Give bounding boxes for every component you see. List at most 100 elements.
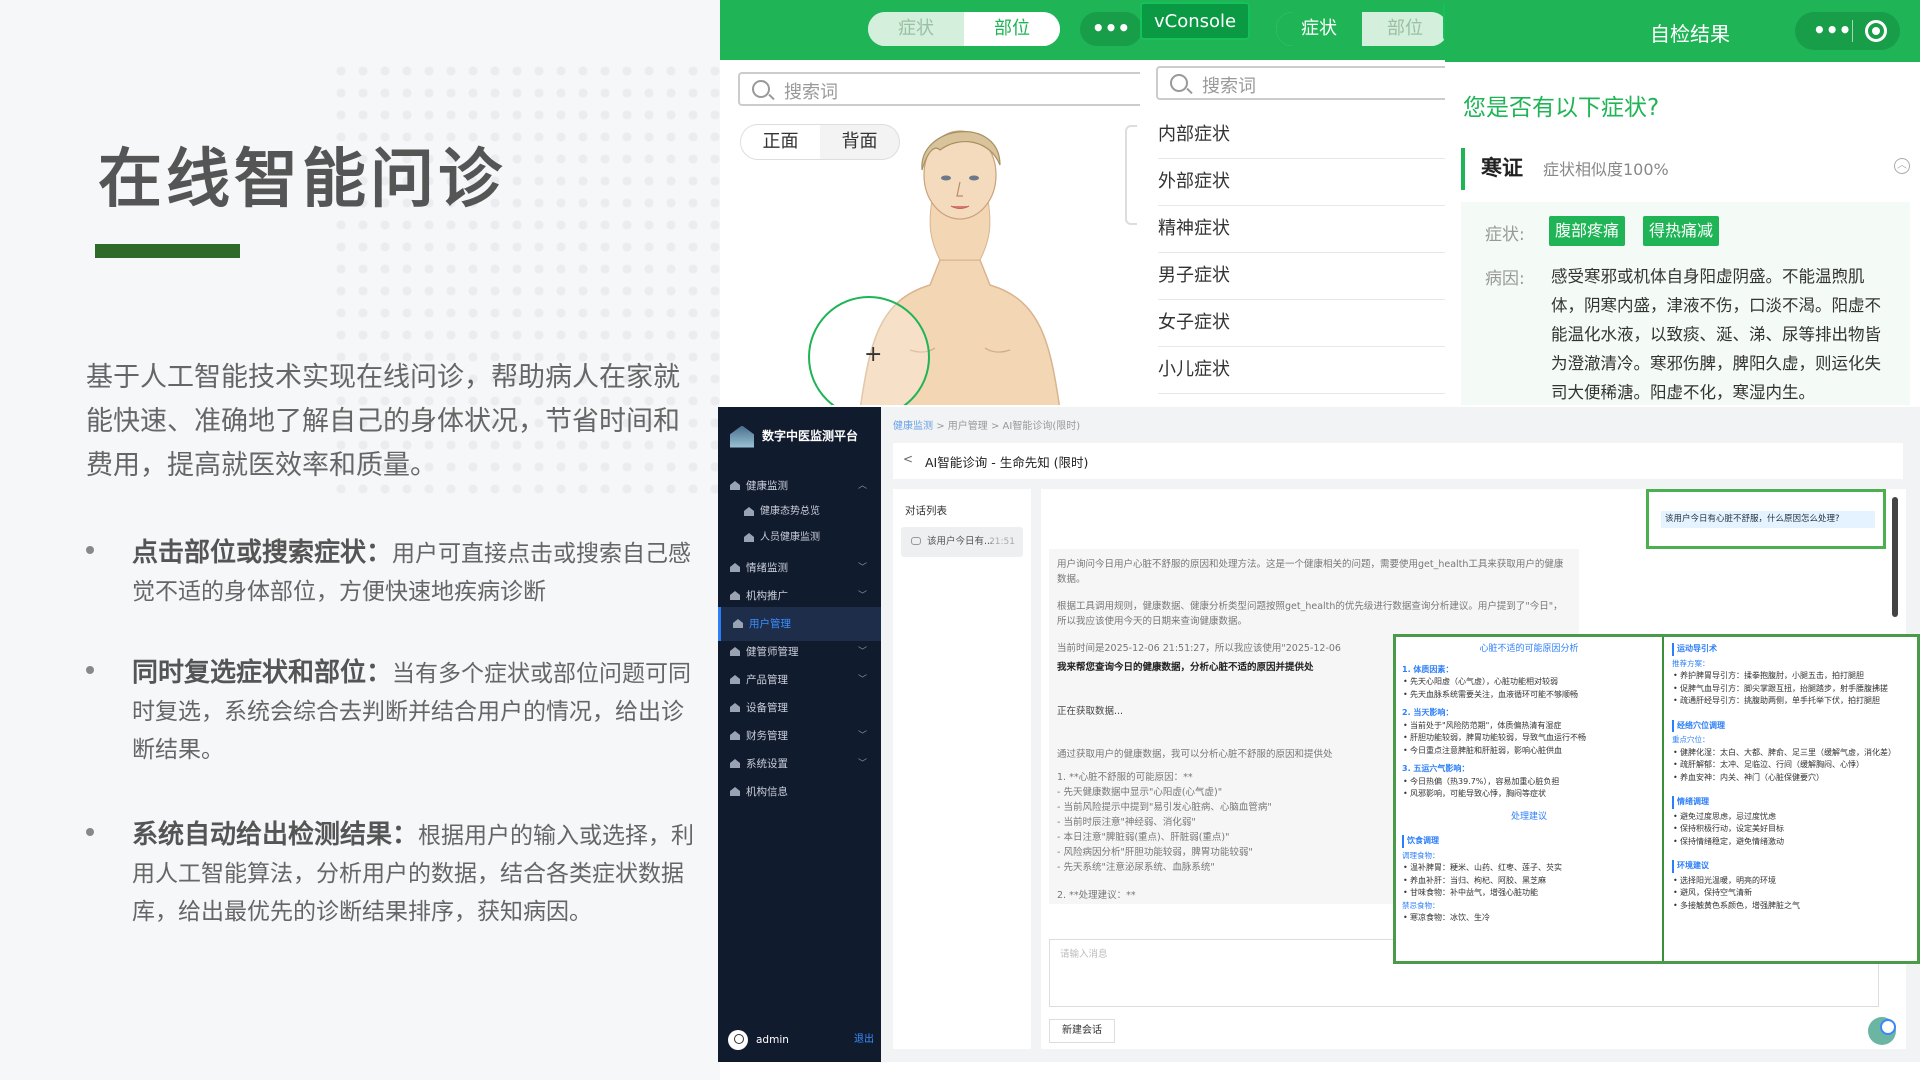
- treatment-item: 健脾化湿：太白、大都、脾俞、足三里（缓解气虚，消化差）: [1672, 747, 1911, 760]
- search-input[interactable]: 搜索词: [738, 72, 1140, 106]
- back-button[interactable]: <: [903, 452, 913, 466]
- bullet-heading: 点击部位或搜索症状：: [132, 538, 393, 568]
- page-title: 自检结果: [1650, 22, 1730, 46]
- bullet-heading: 同时复选症状和部位：: [132, 658, 393, 688]
- sidebar-item[interactable]: 人员健康监测: [718, 521, 881, 555]
- tab-symptom[interactable]: 症状: [868, 12, 964, 46]
- cause-section-heading: 3. 五运六气影响：: [1402, 764, 1470, 773]
- chat-scrollbar[interactable]: [1892, 497, 1898, 617]
- feature-bullet-3: 系统自动给出检测结果：根据用户的输入或选择，利用人工智能算法，分析用户的数据，结…: [86, 816, 696, 931]
- breadcrumb: 健康监测 > 用户管理 > AI智能诊询(限时): [893, 417, 1080, 432]
- slide-title: 在线智能问诊: [98, 143, 506, 217]
- close-target-icon[interactable]: [1865, 20, 1887, 42]
- sidebar-item[interactable]: 机构信息: [718, 775, 881, 809]
- loading-status: 正在获取数据...: [1049, 699, 1132, 721]
- capsule-divider: [1852, 20, 1853, 42]
- diet-item: 寒凉食物：冰饮、生冷: [1402, 912, 1656, 925]
- treatment-item: 多接触黄色系颜色，增强脾脏之气: [1672, 900, 1911, 913]
- breadcrumb-item: AI智能诊询(限时): [1002, 421, 1081, 432]
- page-title: AI智能诊询 - 生命先知 (限时): [925, 455, 1089, 470]
- feature-bullet-2: 同时复选症状和部位：当有多个症状或部位问题可同时复选，系统会综合去判断并结合用户…: [86, 654, 696, 769]
- tab-part[interactable]: 部位: [1362, 12, 1445, 46]
- platform-name: 数字中医监测平台: [762, 429, 859, 443]
- treatment-item: 疏通肝经导引方：挑腹助两侧，单手托举下伏，拍打腿胆: [1672, 695, 1911, 708]
- treatment-section-heading: 情绪调理: [1672, 796, 1911, 809]
- treatment-item: 选择阳光温暖，明亮的环境: [1672, 875, 1911, 888]
- title-underline-bar: [95, 244, 240, 258]
- reasoning-paragraph: 根据工具调用规则，健康数据、健康分析类型问题按照get_health的优先级进行…: [1057, 601, 1563, 627]
- search-placeholder: 搜索词: [784, 82, 838, 103]
- category-item[interactable]: 精神症状: [1158, 206, 1445, 253]
- conversation-item[interactable]: 该用户今日有... 21:51: [901, 527, 1023, 557]
- cause-item: 今日重点注意脾脏和肝脏弱，影响心脏供血: [1402, 745, 1656, 758]
- tab-front[interactable]: 正面: [741, 125, 820, 159]
- treatment-item: 保持积极行动，设定美好目标: [1672, 823, 1911, 836]
- syndrome-result-row[interactable]: 寒证 症状相似度100% ︿: [1461, 148, 1920, 190]
- symptom-tag: 得热痛减: [1643, 216, 1720, 246]
- symptom-part-segmented: 症状 部位: [1276, 12, 1445, 46]
- category-item[interactable]: 女子症状: [1158, 300, 1445, 347]
- home-icon: [730, 647, 740, 656]
- page-header: < AI智能诊询 - 生命先知 (限时): [893, 443, 1903, 479]
- phone-screen-self-check-result: 自检结果 ••• 您是否有以下症状? 寒证 症状相似度100% ︿ 症状: 腹部…: [1445, 0, 1920, 405]
- diet-heading: 饮食调理: [1402, 835, 1656, 848]
- diet-item: 甘味食物：补中益气，增强心脏功能: [1402, 887, 1656, 900]
- home-icon: [730, 787, 740, 796]
- bullet-dot: [86, 666, 94, 674]
- logout-link[interactable]: 退出: [854, 1028, 874, 1052]
- sidebar-item-label: 人员健康监测: [760, 532, 820, 543]
- cause-item: 今日热偏（热39.7%），容易加重心脏负担: [1402, 776, 1656, 789]
- symptom-tag: 腹部疼痛: [1549, 216, 1626, 246]
- conversation-time: 21:51: [989, 537, 1015, 547]
- assistant-float-icon[interactable]: [1868, 1017, 1896, 1045]
- sidebar-item-label: 机构推广: [746, 590, 788, 602]
- category-item[interactable]: 小儿症状: [1158, 347, 1445, 394]
- breadcrumb-item[interactable]: 用户管理: [948, 421, 988, 432]
- sidebar-item-label: 设备管理: [746, 702, 788, 714]
- symptom-category-list: 内部症状 外部症状 精神症状 男子症状 女子症状 小儿症状: [1158, 112, 1445, 394]
- new-conversation-button[interactable]: 新建会话: [1049, 1019, 1115, 1043]
- sidebar-item-label: 健康态势总览: [760, 506, 820, 517]
- breadcrumb-separator: >: [990, 421, 1000, 432]
- conversation-preview: 该用户今日有...: [927, 536, 994, 547]
- tab-part[interactable]: 部位: [964, 12, 1060, 46]
- cause-label: 病因:: [1485, 269, 1525, 289]
- sidebar-user: admin 退出: [728, 1028, 878, 1052]
- home-icon: [730, 759, 740, 768]
- cause-item: 风邪影响，可能导致心悸，胸闷等症状: [1402, 788, 1656, 801]
- similarity-text: 症状相似度100%: [1543, 160, 1669, 179]
- analysis-title: 心脏不适的可能原因分析: [1479, 644, 1579, 654]
- chevron-up-icon[interactable]: ︿: [1894, 158, 1910, 174]
- home-icon: [730, 703, 740, 712]
- chat-bubble-icon: [911, 537, 921, 545]
- category-item[interactable]: 内部症状: [1158, 112, 1445, 159]
- sidebar-item-label: 机构信息: [746, 786, 788, 798]
- category-item[interactable]: 男子症状: [1158, 253, 1445, 300]
- vconsole-button[interactable]: vConsole: [1140, 2, 1251, 40]
- category-item[interactable]: 外部症状: [1158, 159, 1445, 206]
- treatment-subheading: 重点穴位：: [1672, 735, 1710, 744]
- search-input[interactable]: 搜索词: [1156, 66, 1445, 100]
- symptom-label: 症状:: [1485, 225, 1525, 245]
- user-message-text: 该用户今日有心脏不舒服，什么原因怎么处理?: [1661, 511, 1875, 528]
- side-scroll-tab[interactable]: [1125, 125, 1137, 225]
- cause-item: 先天心阳虚（心气虚），心脏功能相对较弱: [1402, 676, 1656, 689]
- cause-item: 当前处于"风险防范期"，体质偏热清有湿症: [1402, 720, 1656, 733]
- bullet-dot: [86, 828, 94, 836]
- app-header-bar: 症状 部位 •••: [720, 0, 1140, 60]
- breadcrumb-item[interactable]: 健康监测: [893, 421, 933, 432]
- cause-sections: 1. 体质因素： 先天心阳虚（心气虚），心脏功能相对较弱先天血脉系统需要关注，血液…: [1402, 664, 1656, 801]
- treatment-subheading: 推荐方案：: [1672, 658, 1710, 668]
- platform-logo-icon: [730, 425, 754, 448]
- more-menu-button[interactable]: •••: [1813, 18, 1851, 42]
- tab-symptom[interactable]: 症状: [1276, 12, 1362, 46]
- mini-program-capsule: •••: [1795, 12, 1900, 50]
- sidebar: 数字中医监测平台 健康监测 ︿ 健康态势总览 人员健康监测 情绪监测 ﹀ 机构推广 ﹀ 用户管理…: [718, 407, 881, 1062]
- treatment-item: 保持情绪稳定，避免情绪激动: [1672, 836, 1911, 849]
- conversation-list-title: 对话列表: [905, 505, 947, 517]
- treatment-section-heading: 运动导引术: [1672, 643, 1911, 656]
- treatment-item: 避风，保持空气清新: [1672, 887, 1911, 900]
- more-menu-button[interactable]: •••: [1080, 12, 1140, 46]
- analysis-left-column: 心脏不适的可能原因分析 1. 体质因素： 先天心阳虚（心气虚），心脏功能相对较弱先…: [1396, 637, 1664, 961]
- home-icon: [730, 675, 740, 684]
